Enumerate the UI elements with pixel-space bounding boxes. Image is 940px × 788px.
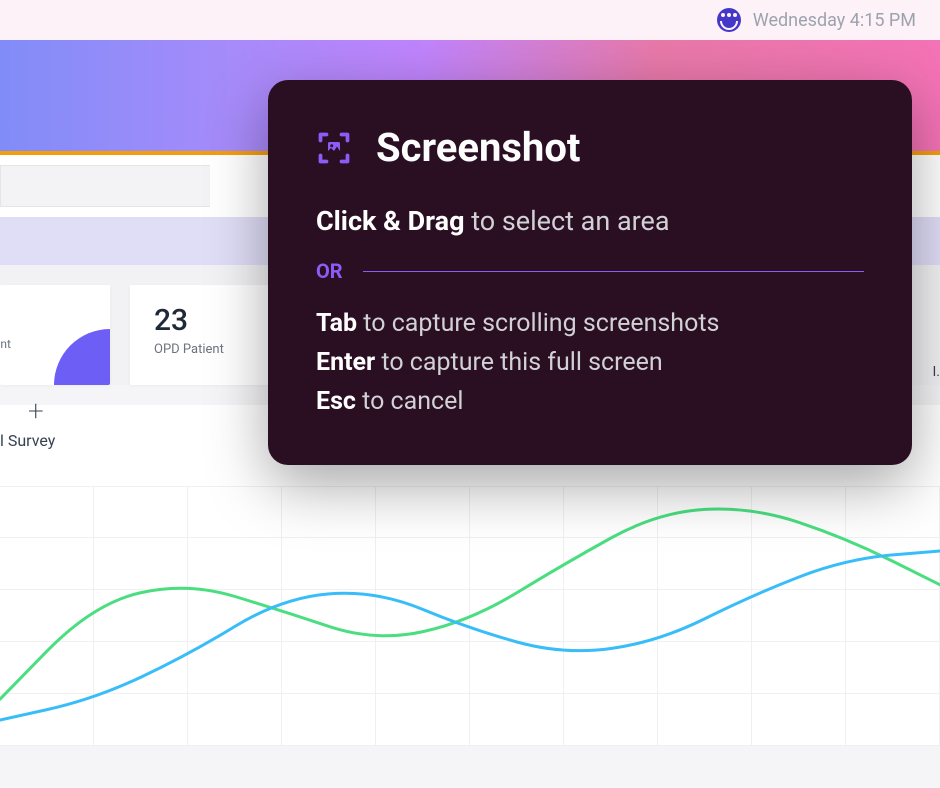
survey-chart — [0, 486, 940, 746]
survey-title: l Survey — [0, 431, 55, 450]
or-label: OR — [316, 259, 343, 283]
overlay-instructions-keys: Tab to capture scrolling screenshots Ent… — [316, 305, 864, 421]
screenshot-icon — [316, 130, 352, 166]
pie-slice-decoration — [54, 329, 110, 385]
overlay-title: Screenshot — [376, 124, 580, 171]
chart-lines-svg — [0, 486, 940, 746]
overlay-instruction-clickdrag: Click & Drag to select an area — [316, 205, 864, 237]
clock-datetime: Wednesday 4:15 PM — [753, 10, 916, 31]
stat-card-label: OPD Patient — [154, 342, 266, 357]
stat-card-opd[interactable]: 23 OPD Patient — [130, 285, 290, 385]
truncated-text-right: I. — [933, 364, 940, 380]
system-tray-icon[interactable] — [717, 8, 741, 32]
stat-card-value: 23 — [154, 303, 266, 338]
divider-line — [363, 271, 864, 272]
overlay-or-divider: OR — [316, 259, 864, 283]
system-status-bar: Wednesday 4:15 PM — [0, 0, 940, 40]
search-input[interactable] — [0, 165, 210, 207]
plus-icon[interactable]: + — [28, 397, 55, 425]
screenshot-instructions-overlay: Screenshot Click & Drag to select an are… — [268, 80, 912, 465]
stat-card-truncated[interactable]: ent — [0, 285, 110, 385]
